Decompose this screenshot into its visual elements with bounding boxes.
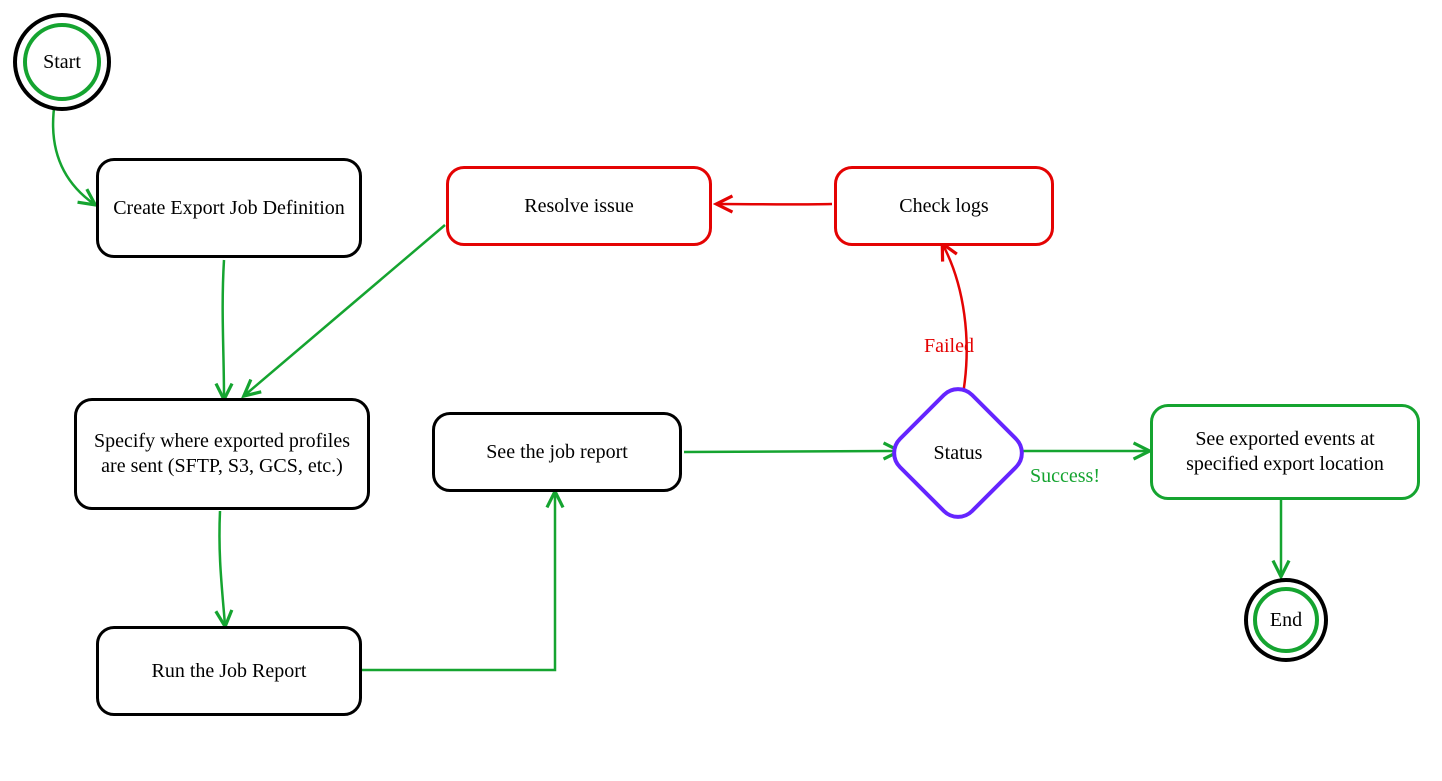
edge-run-seereport <box>362 493 555 670</box>
node-resolve: Resolve issue <box>446 166 712 246</box>
edge-create-specify <box>223 260 224 398</box>
node-resolve-label: Resolve issue <box>524 194 633 219</box>
flowchart-canvas: Start Create Export Job Definition Resol… <box>0 0 1442 781</box>
node-start: Start <box>13 13 111 111</box>
edge-start-create <box>53 101 94 204</box>
node-create-label: Create Export Job Definition <box>113 196 345 221</box>
edge-label-failed: Failed <box>924 335 974 358</box>
node-run: Run the Job Report <box>96 626 362 716</box>
node-end: End <box>1244 578 1328 662</box>
node-check-logs-label: Check logs <box>899 194 988 219</box>
node-see-exported-label: See exported events at specified export … <box>1167 427 1403 477</box>
edge-status-checklogs <box>943 245 967 394</box>
node-specify-label: Specify where exported profiles are sent… <box>91 429 353 479</box>
node-specify: Specify where exported profiles are sent… <box>74 398 370 510</box>
node-end-label: End <box>1270 609 1302 632</box>
node-start-label: Start <box>43 51 81 74</box>
node-run-label: Run the Job Report <box>152 659 307 684</box>
edge-specify-run <box>219 511 225 625</box>
node-check-logs: Check logs <box>834 166 1054 246</box>
node-status: Status <box>905 400 1011 506</box>
node-create: Create Export Job Definition <box>96 158 362 258</box>
node-see-exported: See exported events at specified export … <box>1150 404 1420 500</box>
edge-label-success: Success! <box>1030 465 1100 488</box>
node-see-report: See the job report <box>432 412 682 492</box>
edge-seereport-status <box>684 451 898 452</box>
node-status-label: Status <box>934 442 983 465</box>
node-see-report-label: See the job report <box>486 440 628 465</box>
